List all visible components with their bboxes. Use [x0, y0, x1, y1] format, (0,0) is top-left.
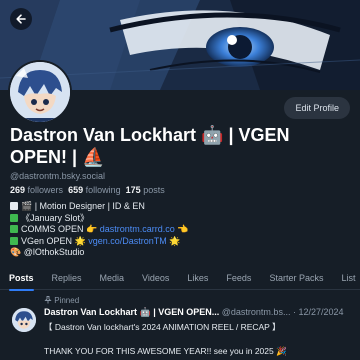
post-author-name[interactable]: Dastron Van Lockhart 🤖 | VGEN OPEN...: [44, 307, 219, 317]
profile-tabs: Posts Replies Media Videos Likes Feeds S…: [0, 268, 360, 291]
bio-line: 《January Slot》: [10, 213, 350, 225]
tab-lists[interactable]: List: [332, 268, 360, 290]
following-label: following: [85, 185, 121, 195]
carrd-link[interactable]: dastrontm.carrd.co: [100, 224, 175, 234]
profile-bio: 🎬 | Motion Designer | ID & EN 《January S…: [10, 201, 350, 259]
arrow-left-icon: [16, 14, 26, 24]
tab-starter-packs[interactable]: Starter Packs: [260, 268, 332, 290]
bio-line: 🎨 @lOthokStudio: [10, 247, 85, 257]
post-text-line: THANK YOU FOR THIS AWESOME YEAR!! see yo…: [44, 346, 287, 356]
post-header: Dastron Van Lockhart 🤖 | VGEN OPEN... @d…: [44, 307, 356, 318]
following-link[interactable]: 659 following: [68, 185, 121, 195]
avatar-image: [10, 62, 70, 122]
green-square-icon: [10, 236, 18, 245]
edit-profile-button[interactable]: Edit Profile: [284, 97, 350, 119]
profile-info: Dastron Van Lockhart 🤖 | VGEN OPEN! | ⛵ …: [10, 124, 350, 259]
tab-videos[interactable]: Videos: [133, 268, 178, 290]
tab-likes[interactable]: Likes: [178, 268, 217, 290]
profile-avatar[interactable]: [8, 60, 72, 124]
bio-line: COMMS OPEN 👉 dastrontm.carrd.co 👈: [10, 224, 350, 236]
post-author-handle[interactable]: @dastrontm.bs...: [222, 307, 291, 317]
followers-label: followers: [27, 185, 64, 195]
back-button[interactable]: [10, 8, 32, 30]
pin-icon: [44, 296, 52, 304]
pinned-label: Pinned: [54, 296, 80, 305]
bio-line: 🎬 | Motion Designer | ID & EN: [10, 201, 350, 213]
followers-count: 269: [10, 185, 26, 195]
post-separator: ·: [292, 307, 296, 317]
green-square-icon: [10, 225, 18, 233]
profile-stats: 269 followers 659 following 175 posts: [10, 185, 350, 195]
tab-replies[interactable]: Replies: [43, 268, 91, 290]
bio-line: VGen OPEN 🌟 vgen.co/DastronTM 🌟: [10, 236, 350, 248]
post-author-avatar[interactable]: [12, 308, 36, 332]
pinned-indicator: Pinned: [44, 296, 79, 305]
tab-posts[interactable]: Posts: [0, 268, 43, 291]
square-icon: [10, 202, 18, 210]
profile-handle: @dastrontm.bsky.social: [10, 171, 106, 181]
pinned-post[interactable]: Pinned Dastron Van Lockhart 🤖 | VGEN OPE…: [0, 292, 360, 360]
post-text-line: 【 Dastron Van lockhart's 2024 ANIMATION …: [44, 322, 281, 332]
following-count: 659: [68, 185, 84, 195]
tab-feeds[interactable]: Feeds: [217, 268, 260, 290]
display-name: Dastron Van Lockhart 🤖 | VGEN OPEN! | ⛵: [10, 125, 290, 167]
green-square-icon: [10, 213, 18, 222]
vgen-link[interactable]: vgen.co/DastronTM: [88, 236, 167, 246]
posts-label: posts: [143, 185, 165, 195]
followers-link[interactable]: 269 followers: [10, 185, 63, 195]
tab-media[interactable]: Media: [91, 268, 134, 290]
post-date[interactable]: 12/27/2024: [298, 307, 343, 317]
posts-count: 175: [125, 185, 141, 195]
